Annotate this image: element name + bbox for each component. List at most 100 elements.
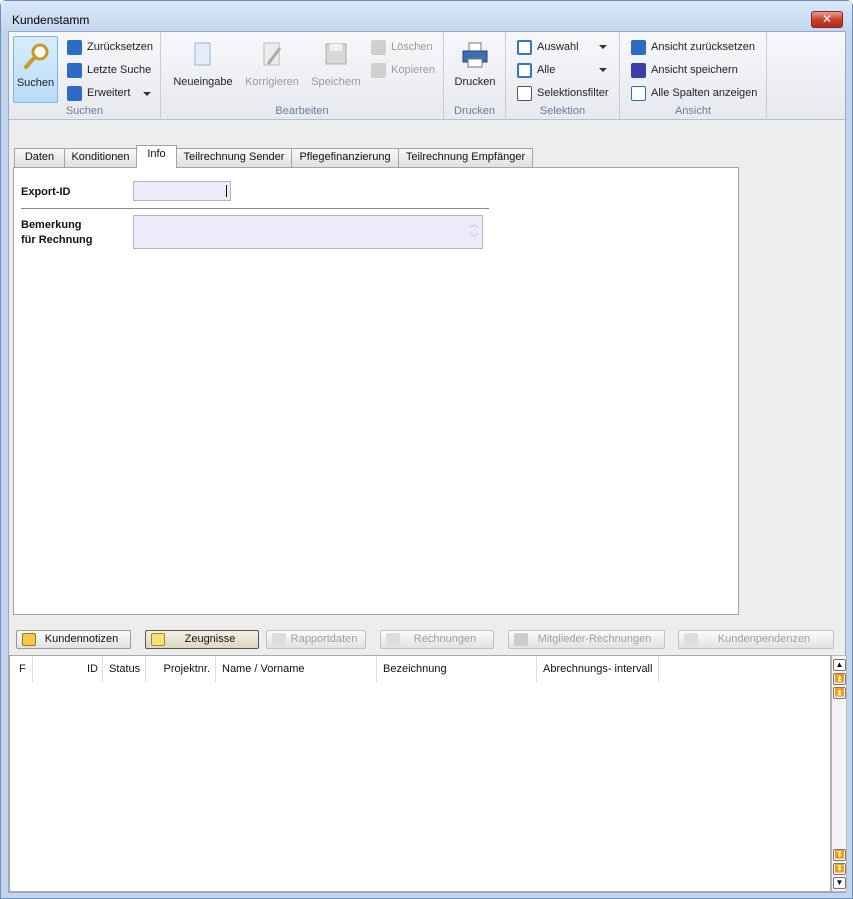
reset-label: Zurücksetzen [87,41,154,53]
column-header-f[interactable]: F [10,656,33,682]
group-label-bearbeiten: Bearbeiten [275,105,329,117]
alle-button[interactable]: Alle [517,61,555,79]
alle-label: Alle [537,64,556,76]
main-window: Kundenstamm ✕ Suchen Zurücksetzen Letzte… [0,0,853,899]
group-label-ansicht: Ansicht [674,105,712,117]
bemerkung-field[interactable] [133,215,483,249]
tab-teilrechnung-sender[interactable]: Teilrechnung Sender [176,148,292,167]
filter-label: Selektionsfilter [537,87,609,99]
ribbon-group-bearbeiten: Neueingabe Korrigieren Speichern Löschen… [161,32,444,120]
customer-notes-label: Kundennotizen [44,633,119,645]
grid-scrollbar[interactable]: ▲ ⏫ ⏫ ⏬ ⏬ ▼ [831,655,847,892]
copy-button[interactable]: Kopieren [371,61,435,79]
scroll-down-icon[interactable]: ▼ [833,877,846,889]
extended-search-button[interactable]: Erweitert [67,84,130,102]
new-document-icon [194,42,211,66]
printer-icon [462,42,488,68]
tab-konditionen[interactable]: Konditionen [64,148,137,167]
textarea-scroll-up-icon[interactable]: ︿ [469,219,478,229]
delete-label: Löschen [391,41,433,53]
customer-grid[interactable]: F ID Status Projektnr. Name / Vorname Be… [9,655,831,892]
certificates-button[interactable]: Zeugnisse [145,630,259,649]
print-button[interactable]: Drucken [448,40,502,88]
tab-info[interactable]: Info [136,145,177,168]
bemerkung-label-line1: Bemerkung [21,219,82,231]
textarea-scroll[interactable]: ︿ ﹀ [467,217,481,247]
title-bar: Kundenstamm ✕ [1,1,852,31]
undo-icon [67,62,82,78]
auswahl-chevron-down-icon[interactable] [599,45,607,49]
rapportdaten-label: Rapportdaten [290,633,358,645]
correct-button[interactable]: Korrigieren [238,40,306,88]
column-header-projektnr[interactable]: Projektnr. [146,656,216,682]
column-header-intervall[interactable]: Abrechnungs- intervall [537,656,659,682]
separator [21,208,489,209]
column-header-name[interactable]: Name / Vorname [216,656,377,682]
auswahl-button[interactable]: Auswahl [517,38,579,56]
text-cursor [226,185,227,197]
window-title: Kundenstamm [12,13,90,27]
member-invoices-button[interactable]: Mitglieder-Rechnungen [508,630,665,649]
delete-button[interactable]: Löschen [371,38,433,56]
new-entry-label: Neueingabe [173,76,233,88]
scroll-up-icon[interactable]: ▲ [833,659,846,671]
invoices-button[interactable]: Rechnungen [380,630,494,649]
tab-daten[interactable]: Daten [14,148,65,167]
notes-icon [22,633,36,646]
save-button[interactable]: Speichern [306,40,366,88]
tab-teilrechnung-empfaenger[interactable]: Teilrechnung Empfänger [398,148,533,167]
ribbon-group-selektion: Auswahl Alle Selektionsfilter Selektion [506,32,620,120]
column-header-id[interactable]: ID [33,656,103,682]
reset-icon [67,39,82,55]
show-all-columns-button[interactable]: Alle Spalten anzeigen [631,84,757,102]
close-button[interactable]: ✕ [811,11,843,28]
reset-view-button[interactable]: Ansicht zurücksetzen [631,38,755,56]
member-invoices-label: Mitglieder-Rechnungen [537,633,652,645]
selection-filter-button[interactable]: Selektionsfilter [517,84,609,102]
info-panel: Export-ID Bemerkung für Rechnung ︿ ﹀ [13,167,739,615]
customer-notes-button[interactable]: Kundennotizen [16,630,131,649]
person-icon [684,633,698,646]
customer-pending-label: Kundenpendenzen [717,633,811,645]
rapport-icon [272,633,286,646]
save-view-label: Ansicht speichern [651,64,738,76]
floppy-icon [325,43,347,65]
chevron-down-icon[interactable] [143,92,151,96]
last-search-button[interactable]: Letzte Suche [67,61,151,79]
auswahl-label: Auswahl [537,41,579,53]
edit-icon [263,42,282,66]
scroll-page-up-icon[interactable]: ⏫ [833,673,846,685]
group-label-suchen: Suchen [65,105,104,117]
search-button-label: Suchen [16,77,55,89]
column-header-bezeichnung[interactable]: Bezeichnung [377,656,537,682]
client-area: Suchen Zurücksetzen Letzte Suche Erweite… [8,31,847,893]
scroll-page-down-icon[interactable]: ⏬ [833,863,846,875]
group-label-drucken: Drucken [454,105,495,117]
scroll-top-icon[interactable]: ⏫ [833,687,846,699]
tab-pflegefinanzierung[interactable]: Pflegefinanzierung [291,148,399,167]
customer-pending-button[interactable]: Kundenpendenzen [678,630,834,649]
reset-button[interactable]: Zurücksetzen [67,38,153,56]
scroll-bottom-icon[interactable]: ⏬ [833,849,846,861]
bemerkung-label-line2: für Rechnung [21,234,93,246]
ribbon: Suchen Zurücksetzen Letzte Suche Erweite… [9,32,845,120]
show-cols-label: Alle Spalten anzeigen [651,87,758,99]
search-button[interactable]: Suchen [13,36,58,103]
export-id-field[interactable] [133,181,231,201]
group-label-selektion: Selektion [539,105,586,117]
reset-view-label: Ansicht zurücksetzen [651,41,755,53]
column-header-status[interactable]: Status [103,656,146,682]
save-view-button[interactable]: Ansicht speichern [631,61,738,79]
correct-label: Korrigieren [245,76,299,88]
new-entry-button[interactable]: Neueingabe [168,40,238,88]
ribbon-group-suchen: Suchen Zurücksetzen Letzte Suche Erweite… [9,32,161,120]
textarea-scroll-down-icon[interactable]: ﹀ [469,233,478,243]
copy-label: Kopieren [391,64,436,76]
alle-chevron-down-icon[interactable] [599,68,607,72]
rapportdaten-button[interactable]: Rapportdaten [266,630,366,649]
magnifier-icon [23,43,48,69]
invoices-icon [386,633,400,646]
back-arrow-icon [631,39,646,55]
certificates-label: Zeugnisse [184,633,236,645]
list-all-icon [517,62,532,78]
